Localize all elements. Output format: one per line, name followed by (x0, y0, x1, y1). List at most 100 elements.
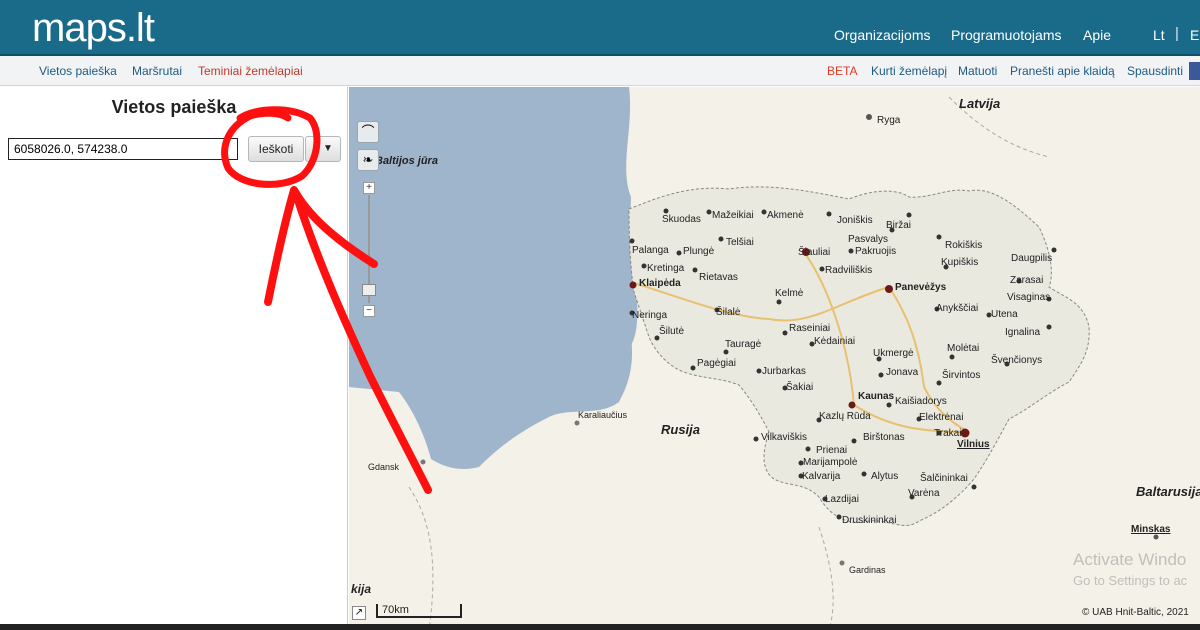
city-rokiskis: Rokiškis (945, 240, 982, 251)
nav-programuotojams[interactable]: Programuotojams (951, 27, 1062, 43)
city-telsiai: Telšiai (726, 237, 754, 248)
city-sirvintos: Širvintos (942, 368, 980, 381)
expand-map-icon[interactable]: ↗ (352, 606, 366, 620)
tab-vietos-paieska[interactable]: Vietos paieška (39, 64, 117, 78)
search-input[interactable] (8, 138, 238, 160)
city-alytus: Alytus (871, 471, 898, 482)
city-kretinga: Kretinga (647, 263, 685, 274)
action-spausdinti[interactable]: Spausdinti (1127, 64, 1183, 78)
city-svencionys: Švenčionys (991, 353, 1042, 366)
search-options-dropdown[interactable]: ▼ (305, 136, 341, 162)
windows-watermark-line1: Activate Windo (1073, 550, 1187, 569)
scale-bar: 70km (376, 604, 462, 618)
caret-down-icon: ▼ (323, 143, 333, 154)
city-vilnius: Vilnius (957, 439, 990, 450)
city-kazlu-ruda: Kazlų Rūda (819, 411, 871, 422)
beta-badge: BETA (827, 64, 858, 78)
city-skuodas: Skuodas (662, 214, 701, 225)
city-jurbarkas: Jurbarkas (762, 366, 806, 377)
city-neringa: Neringa (632, 310, 667, 321)
city-ukmerge: Ukmergė (873, 348, 914, 359)
city-varena: Varėna (908, 488, 940, 499)
search-panel: Vietos paieška Ieškoti ▼ (0, 87, 348, 630)
city-daugpilis: Daugpilis (1011, 253, 1052, 264)
city-kupiskis: Kupiškis (941, 257, 978, 268)
city-kaisiadorys: Kaišiadorys (895, 396, 947, 407)
city-sakiai: Šakiai (786, 380, 813, 393)
city-ryga: Ryga (877, 115, 901, 126)
bottom-edge (0, 624, 1200, 630)
city-visaginas: Visaginas (1007, 292, 1050, 303)
city-panevezys: Panevėžys (895, 282, 947, 293)
label-baltarusija: Baltarusija (1136, 484, 1200, 499)
city-utena: Utena (991, 309, 1018, 320)
windows-watermark-line2: Go to Settings to ac (1073, 573, 1188, 588)
broom-icon[interactable]: ⌒ (357, 121, 379, 143)
lithuania-map-icon[interactable]: ❧ (357, 149, 379, 171)
city-kalvarija: Kalvarija (802, 471, 841, 482)
zoom-out-button[interactable]: − (363, 305, 375, 317)
city-silale: Šilalė (716, 305, 741, 318)
map-copyright: © UAB Hnit-Baltic, 2021 (1082, 607, 1189, 618)
city-klaipeda: Klaipėda (639, 278, 681, 289)
map-canvas[interactable]: Latvija Rusija Baltarusija Baltijos jūra… (349, 87, 1200, 630)
tab-teminiai-zemelapiai[interactable]: Teminiai žemėlapiai (198, 64, 303, 78)
city-karaliaucius: Karaliaučius (578, 410, 628, 420)
city-marijampole: Marijampolė (803, 457, 858, 468)
top-header: maps.lt Organizacijoms Programuotojams A… (0, 0, 1200, 56)
action-matuoti[interactable]: Matuoti (958, 64, 997, 78)
city-joniskis: Joniškis (837, 215, 873, 226)
city-lazdijai: Lazdijai (825, 494, 859, 505)
city-salcininkai: Šalčininkai (920, 471, 968, 484)
lang-lt[interactable]: Lt (1153, 27, 1165, 43)
city-druskininkai: Druskininkai (842, 515, 896, 526)
city-zarasai: Zarasai (1010, 275, 1043, 286)
action-pranesti-apie-klaida[interactable]: Pranešti apie klaidą (1010, 64, 1115, 78)
city-plunge: Plungė (683, 246, 715, 257)
facebook-icon[interactable] (1189, 62, 1200, 80)
label-sea: Baltijos jūra (375, 155, 438, 167)
city-anyksciai: Anykščiai (936, 303, 978, 314)
city-vilkaviskis: Vilkaviškis (761, 432, 807, 443)
action-kurti-zemelapi[interactable]: Kurti žemėlapį (871, 64, 947, 78)
city-siauliai: Šiauliai (798, 245, 830, 258)
city-jonava: Jonava (886, 367, 919, 378)
city-moletai: Molėtai (947, 343, 979, 354)
city-radviliskis: Radviliškis (825, 265, 872, 276)
city-akmene: Akmenė (767, 210, 804, 221)
city-rietavas: Rietavas (699, 272, 738, 283)
city-prienai: Prienai (816, 445, 847, 456)
city-raseiniai: Raseiniai (789, 323, 830, 334)
site-logo[interactable]: maps.lt (32, 6, 155, 51)
city-elektrenai: Elektrėnai (919, 412, 963, 423)
city-taurage: Tauragė (725, 339, 762, 350)
city-ignalina: Ignalina (1005, 327, 1040, 338)
tab-marsrutai[interactable]: Maršrutai (132, 64, 182, 78)
city-minskas: Minskas (1131, 524, 1171, 535)
lang-separator: | (1175, 25, 1179, 42)
city-birstonas: Birštonas (863, 432, 905, 443)
city-kaunas: Kaunas (858, 391, 895, 402)
city-gdansk: Gdansk (368, 462, 400, 472)
city-silute: Šilutė (659, 324, 684, 337)
city-kedainiai: Kėdainiai (814, 336, 855, 347)
city-kelme: Kelmė (775, 288, 804, 299)
city-mazeikiai: Mažeikiai (712, 210, 754, 221)
nav-apie[interactable]: Apie (1083, 27, 1111, 43)
sub-navigation: Vietos paieška Maršrutai Teminiai žemėla… (0, 56, 1200, 86)
city-palanga: Palanga (632, 245, 669, 256)
label-kija: kija (351, 582, 371, 596)
zoom-in-button[interactable]: + (363, 182, 375, 194)
search-button[interactable]: Ieškoti (248, 136, 304, 162)
nav-organizacijoms[interactable]: Organizacijoms (834, 27, 930, 43)
zoom-handle[interactable] (362, 284, 376, 296)
city-trakai: Trakai (934, 428, 961, 439)
label-latvija: Latvija (959, 96, 1000, 111)
map-svg: Latvija Rusija Baltarusija Baltijos jūra… (349, 87, 1200, 630)
city-pagegiai: Pagėgiai (697, 358, 736, 369)
label-rusija: Rusija (661, 422, 700, 437)
panel-title: Vietos paieška (111, 97, 237, 117)
lang-e[interactable]: E (1190, 27, 1199, 43)
city-pakruojis: Pakruojis (855, 246, 896, 257)
city-gardinas: Gardinas (849, 565, 886, 575)
